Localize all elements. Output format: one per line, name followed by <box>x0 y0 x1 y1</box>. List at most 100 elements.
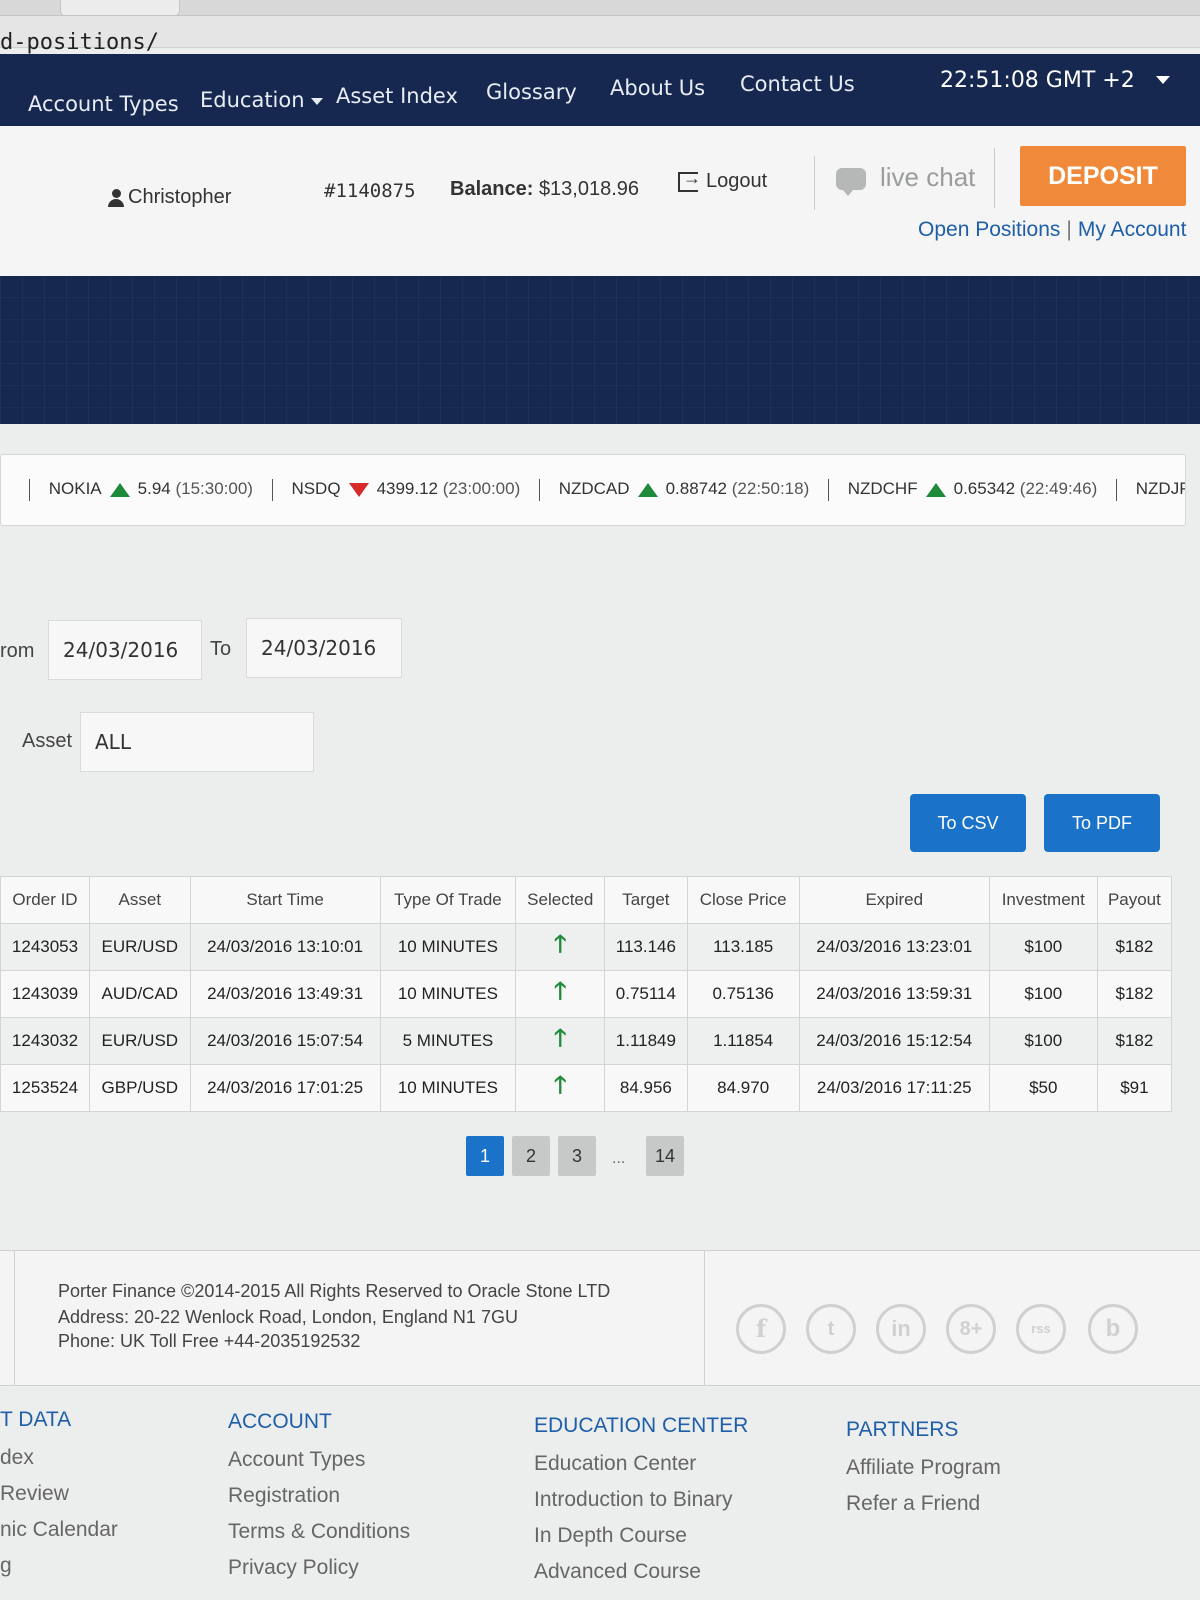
from-date-input[interactable]: 24/03/2016 <box>48 620 202 680</box>
nav-contact-us[interactable]: Contact Us <box>740 72 855 96</box>
footer-link[interactable]: dex <box>0 1446 34 1470</box>
browser-tab[interactable] <box>60 0 180 16</box>
footer-link[interactable]: Education Center <box>534 1452 696 1476</box>
arrow-up-icon: 🡑 <box>554 930 567 958</box>
pagination-ellipsis: ... <box>612 1150 626 1167</box>
open-positions-link[interactable]: Open Positions <box>918 218 1060 241</box>
footer-link[interactable]: Introduction to Binary <box>534 1488 732 1512</box>
divider <box>14 1251 15 1387</box>
ticker-item[interactable]: NSDQ 4399.12 (23:00:00) <box>291 479 520 498</box>
nav-account-types[interactable]: Account Types <box>28 92 179 116</box>
table-cell: 10 MINUTES <box>379 923 517 971</box>
divider <box>994 148 995 208</box>
arrow-up-icon <box>109 483 130 497</box>
selected-direction: 🡑 <box>515 1017 606 1065</box>
col-start-time[interactable]: Start Time <box>189 876 381 924</box>
ticker-item[interactable]: NZDCHF 0.65342 (22:49:46) <box>848 479 1098 498</box>
col-order-id[interactable]: Order ID <box>0 876 90 924</box>
nav-glossary[interactable]: Glossary <box>486 80 577 104</box>
footer-link[interactable]: Terms & Conditions <box>228 1520 410 1544</box>
nav-asset-index[interactable]: Asset Index <box>336 84 458 108</box>
deposit-button[interactable]: DEPOSIT <box>1020 146 1186 206</box>
footer-link[interactable]: In Depth Course <box>534 1524 687 1548</box>
table-row[interactable]: 1243032 EUR/USD 24/03/2016 15:07:54 5 MINUT… <box>0 1017 1173 1065</box>
footer-link[interactable]: g <box>0 1554 12 1578</box>
footer-link[interactable]: Advanced Course <box>534 1560 701 1584</box>
live-chat-label: live chat <box>880 162 976 192</box>
positions-table-wrap: Order ID Asset Start Time Type Of Trade … <box>0 876 1173 1112</box>
asset-select[interactable]: ALL <box>80 712 314 772</box>
footer-link[interactable]: Affiliate Program <box>846 1456 1001 1480</box>
blogger-icon[interactable]: b <box>1088 1304 1138 1354</box>
arrow-up-icon <box>637 483 658 497</box>
table-cell: 24/03/2016 15:07:54 <box>189 1017 381 1065</box>
rss-icon[interactable]: rss <box>1016 1304 1066 1354</box>
ticker-item[interactable]: NZDCAD 0.88742 (22:50:18) <box>559 479 810 498</box>
table-cell: 1243053 <box>0 923 90 971</box>
page-2-button[interactable]: 2 <box>512 1136 550 1176</box>
col-type-of-trade[interactable]: Type Of Trade <box>379 876 517 924</box>
footer-link[interactable]: Refer a Friend <box>846 1492 980 1516</box>
from-label: rom <box>0 640 35 662</box>
to-label: To <box>210 638 232 660</box>
col-payout[interactable]: Payout <box>1096 876 1173 924</box>
account-links: Open Positions | My Account <box>918 218 1186 242</box>
linkedin-icon[interactable]: in <box>876 1304 926 1354</box>
link-separator: | <box>1066 218 1072 241</box>
account-id: #1140875 <box>324 180 416 202</box>
table-cell: 1.11854 <box>686 1017 800 1065</box>
footer-link[interactable]: Registration <box>228 1484 340 1508</box>
facebook-icon[interactable]: f <box>736 1304 786 1354</box>
page-14-button[interactable]: 14 <box>646 1136 684 1176</box>
to-pdf-button[interactable]: To PDF <box>1044 794 1160 852</box>
arrow-down-icon <box>348 483 369 497</box>
chevron-down-icon <box>310 97 323 105</box>
twitter-icon[interactable]: t <box>806 1304 856 1354</box>
col-investment[interactable]: Investment <box>988 876 1098 924</box>
table-cell: $100 <box>988 923 1098 971</box>
divider <box>704 1251 705 1387</box>
footer-link[interactable]: Review <box>0 1482 69 1506</box>
phone-text: Phone: UK Toll Free +44-2035192532 <box>58 1331 361 1351</box>
col-expired[interactable]: Expired <box>798 876 990 924</box>
chat-icon <box>836 168 866 197</box>
ticker-item[interactable]: NZDJPY <box>1136 479 1185 498</box>
ticker-item[interactable]: NOKIA 5.94 (15:30:00) <box>49 479 253 498</box>
table-row[interactable]: 1243039 AUD/CAD 24/03/2016 13:49:31 10 MINU… <box>0 970 1173 1018</box>
col-close-price[interactable]: Close Price <box>686 876 800 924</box>
nav-education[interactable]: Education <box>200 88 323 112</box>
page-3-button[interactable]: 3 <box>558 1136 596 1176</box>
my-account-link[interactable]: My Account <box>1078 218 1187 241</box>
logout-link[interactable]: Logout <box>678 168 767 193</box>
table-cell: 0.75114 <box>604 970 688 1018</box>
browser-tabstrip <box>0 0 1200 16</box>
nav-about-us[interactable]: About Us <box>610 76 705 100</box>
copyright-text: Porter Finance ©2014-2015 All Rights Res… <box>58 1281 611 1301</box>
col-selected[interactable]: Selected <box>515 876 606 924</box>
user-name[interactable]: Christopher <box>108 186 231 209</box>
to-csv-button[interactable]: To CSV <box>910 794 1026 852</box>
footer-link[interactable]: nic Calendar <box>0 1518 118 1542</box>
footer-link[interactable]: Account Types <box>228 1448 365 1472</box>
footer-heading-account: ACCOUNT <box>228 1410 332 1433</box>
balance-label: Balance: <box>450 178 534 200</box>
page-1-button[interactable]: 1 <box>466 1136 504 1176</box>
table-cell: 24/03/2016 13:23:01 <box>798 923 990 971</box>
table-cell: $91 <box>1096 1064 1173 1112</box>
table-cell: 0.75136 <box>686 970 800 1018</box>
table-row[interactable]: 1253524 GBP/USD 24/03/2016 17:01:25 10 MINU… <box>0 1064 1173 1112</box>
table-row[interactable]: 1243053 EUR/USD 24/03/2016 13:10:01 10 MINU… <box>0 923 1173 971</box>
address-bar-url[interactable]: d-positions/ <box>0 30 159 55</box>
ticker-separator <box>1116 479 1118 501</box>
to-date-input[interactable]: 24/03/2016 <box>246 618 402 678</box>
col-target[interactable]: Target <box>604 876 688 924</box>
live-chat-button[interactable]: live chat <box>836 162 976 197</box>
chevron-down-icon[interactable] <box>1156 76 1170 84</box>
address-text: Address: 20-22 Wenlock Road, London, Eng… <box>58 1307 518 1327</box>
google-plus-icon[interactable]: 8+ <box>946 1304 996 1354</box>
col-asset[interactable]: Asset <box>89 876 191 924</box>
table-cell: $182 <box>1096 923 1173 971</box>
footer-link[interactable]: Privacy Policy <box>228 1556 359 1580</box>
table-cell: AUD/CAD <box>89 970 191 1018</box>
selected-direction: 🡑 <box>515 970 606 1018</box>
